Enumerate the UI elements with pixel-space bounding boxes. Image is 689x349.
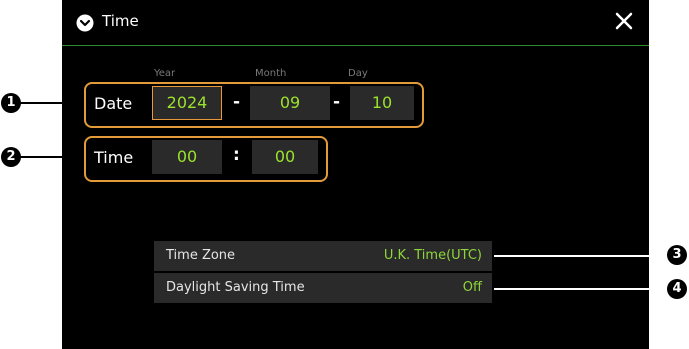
daylight-saving-value: Off: [462, 280, 482, 295]
callout-3-leader: [494, 255, 667, 257]
day-header: Day: [348, 68, 368, 79]
date-label: Date: [94, 94, 133, 113]
title-divider: [62, 45, 649, 46]
time-zone-value: U.K. Time(UTC): [383, 248, 482, 263]
callout-4: 4: [667, 279, 687, 299]
time-zone-row[interactable]: Time Zone U.K. Time(UTC): [154, 241, 492, 271]
month-field[interactable]: 09: [250, 86, 330, 120]
daylight-saving-label: Daylight Saving Time: [166, 280, 305, 295]
page-title: Time: [102, 12, 139, 30]
date-separator-2: -: [333, 92, 341, 112]
time-settings-screen: Time Year Month Day Date 2024 - 09 - 10 …: [62, 0, 649, 349]
title-bar: Time: [62, 0, 649, 46]
time-label: Time: [94, 148, 134, 167]
year-header: Year: [154, 68, 176, 79]
daylight-saving-row[interactable]: Daylight Saving Time Off: [154, 273, 492, 303]
date-separator-1: -: [233, 92, 241, 112]
chevron-down-circle-icon[interactable]: [76, 14, 94, 32]
month-header: Month: [255, 68, 287, 79]
time-separator: :: [233, 145, 240, 165]
callout-4-leader: [494, 288, 667, 290]
close-icon[interactable]: [613, 10, 635, 32]
day-field[interactable]: 10: [350, 86, 414, 120]
callout-3: 3: [667, 245, 687, 265]
callout-2: 2: [1, 147, 21, 167]
year-field[interactable]: 2024: [152, 86, 222, 120]
time-zone-label: Time Zone: [166, 248, 236, 263]
minute-field[interactable]: 00: [252, 140, 318, 174]
hour-field[interactable]: 00: [152, 140, 222, 174]
callout-1: 1: [1, 93, 21, 113]
